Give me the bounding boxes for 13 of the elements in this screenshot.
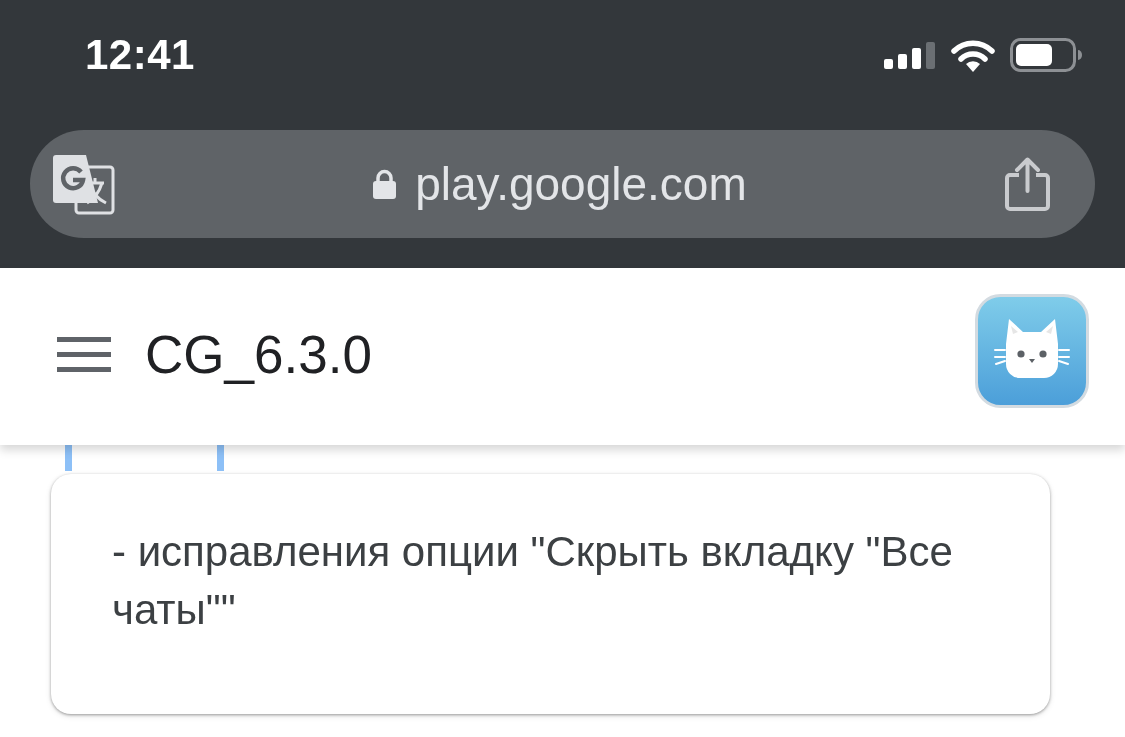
cat-app-icon <box>975 293 1089 408</box>
url-text[interactable]: play.google.com <box>415 157 747 211</box>
signal-icon <box>884 41 936 69</box>
battery-icon <box>1010 38 1082 72</box>
app-title: CG_6.3.0 <box>145 324 373 385</box>
status-time: 12:41 <box>85 31 196 79</box>
address-bar[interactable]: play.google.com <box>30 130 1095 238</box>
menu-icon[interactable] <box>57 337 111 372</box>
release-note-text: - исправления опции "Скрыть вкладку "Все чаты"" <box>112 527 954 635</box>
translate-icon[interactable] <box>52 153 115 215</box>
share-icon[interactable] <box>1005 157 1050 211</box>
lock-icon <box>373 169 397 199</box>
wifi-icon <box>950 38 996 72</box>
